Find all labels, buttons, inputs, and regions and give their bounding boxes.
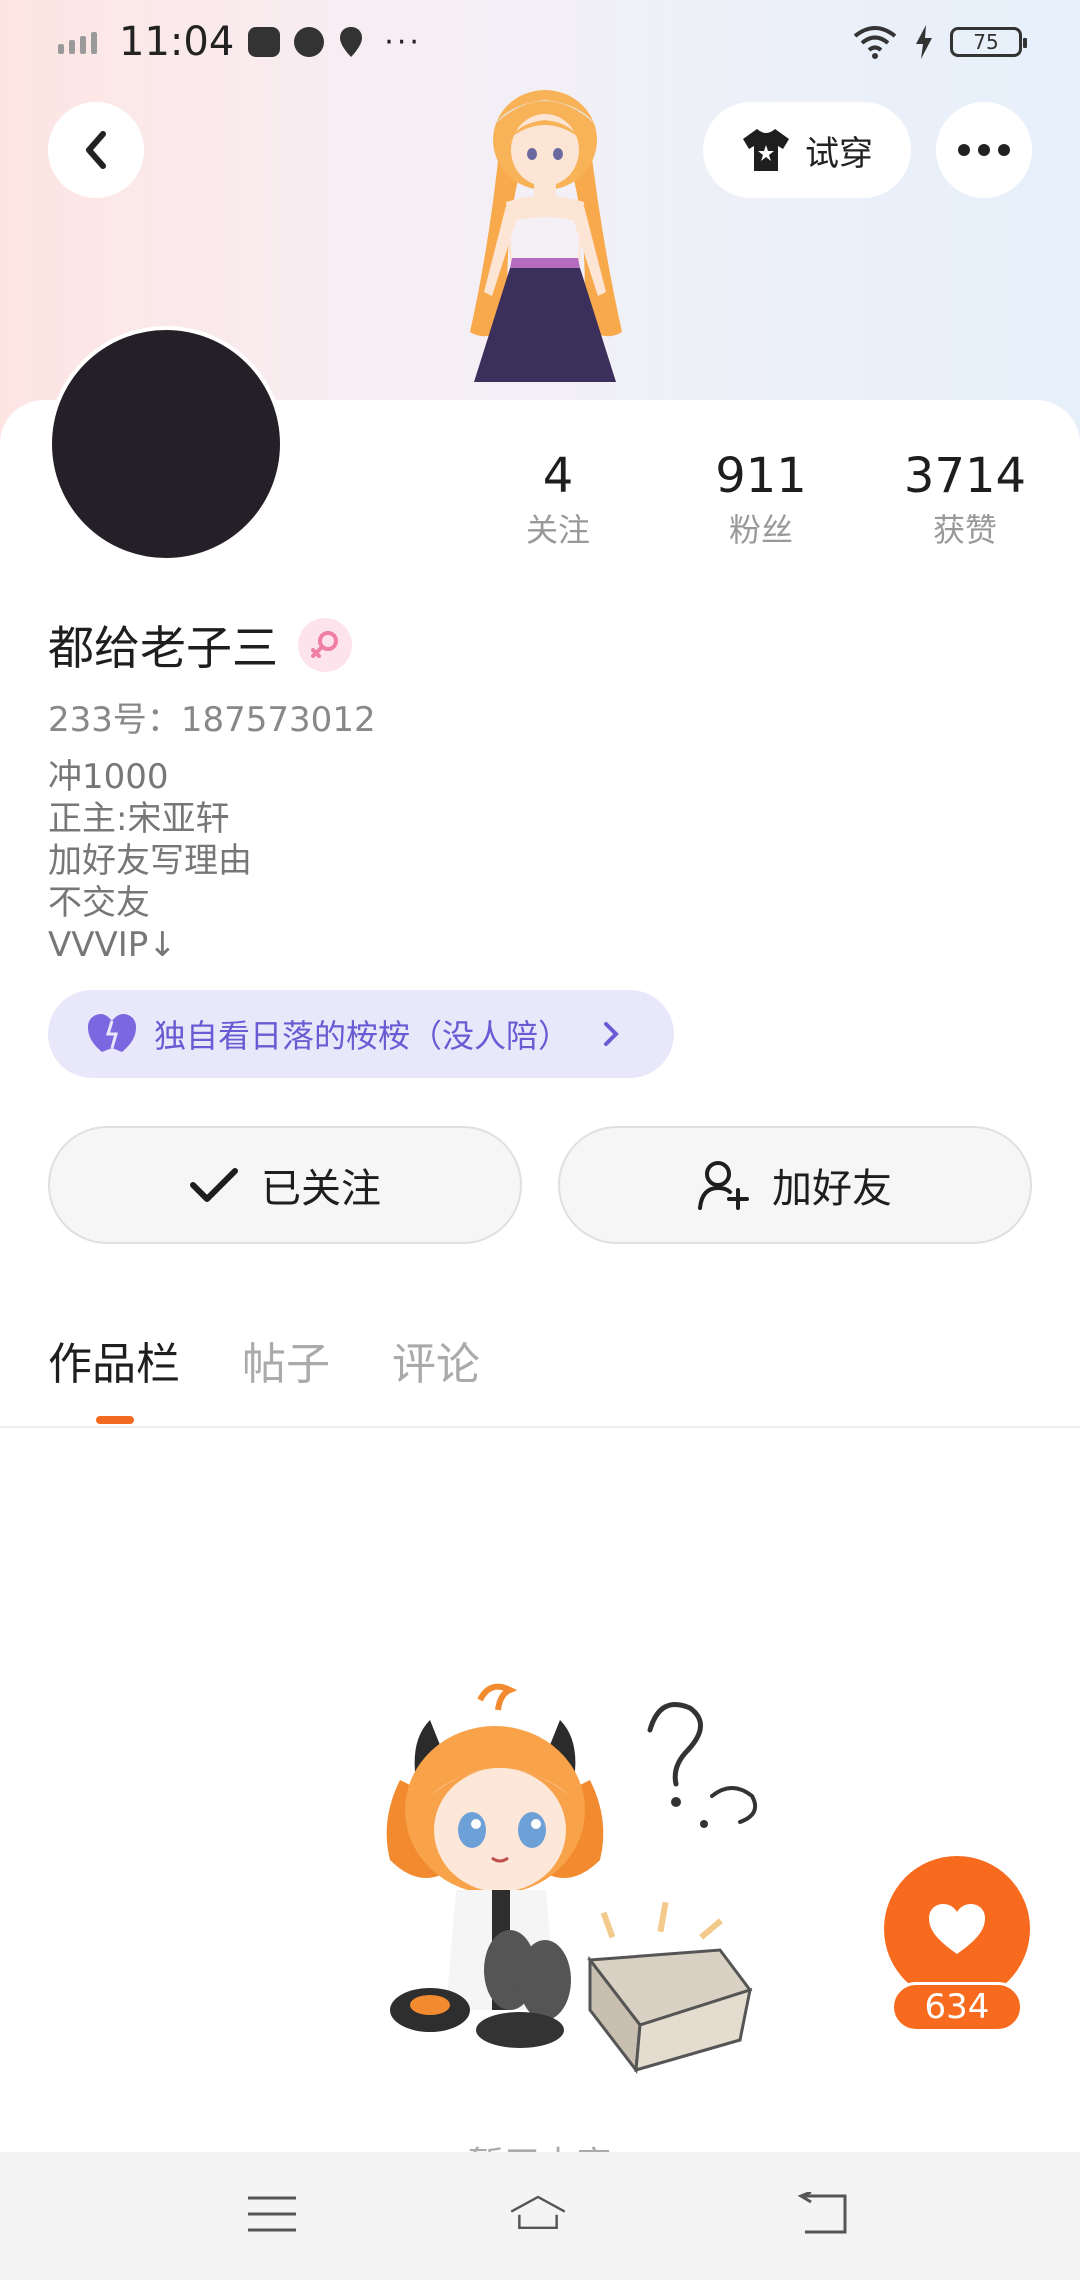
following-stat[interactable]: 4 关注 <box>473 446 643 552</box>
wifi-icon <box>853 26 897 59</box>
more-options-button[interactable] <box>936 102 1032 198</box>
battery-icon: 75 <box>950 27 1027 57</box>
user-id: 233号：187573012 <box>48 700 376 740</box>
username-row: 都给老子三 <box>48 612 352 678</box>
return-nav-button[interactable] <box>794 2184 854 2244</box>
followers-count: 911 <box>715 448 807 504</box>
tab-comments[interactable]: 评论 <box>392 1328 480 1392</box>
battery-level: 75 <box>973 30 999 54</box>
home-icon <box>510 2195 566 2229</box>
relationship-tag[interactable]: 独自看日落的桉桉（没人陪） <box>48 990 674 1078</box>
profile-avatar[interactable] <box>48 326 284 562</box>
followers-label: 粉丝 <box>728 511 793 549</box>
add-user-icon <box>698 1161 749 1210</box>
bio-line: 加好友写理由 <box>48 841 252 881</box>
add-friend-label: 加好友 <box>772 1166 892 1212</box>
media-icon <box>248 27 281 57</box>
like-button[interactable] <box>884 1856 1030 2002</box>
status-time: 11:04 <box>119 19 235 65</box>
return-icon <box>797 2192 847 2234</box>
tab-posts[interactable]: 帖子 <box>242 1328 330 1392</box>
following-count: 4 <box>542 448 574 504</box>
more-icon <box>958 144 1010 156</box>
add-friend-button[interactable]: 加好友 <box>558 1126 1032 1244</box>
couple-heart-icon <box>88 1014 136 1052</box>
bio-line: 不交友 <box>48 883 150 923</box>
following-button-label: 已关注 <box>261 1166 381 1212</box>
status-bar: 11:04 ··· 75 <box>0 0 1080 84</box>
female-icon <box>298 618 352 672</box>
menu-icon <box>248 2196 296 2232</box>
user-bio: 冲1000 正主:宋亚轩 加好友写理由 不交友 VVVIP↓ <box>48 756 252 966</box>
following-label: 关注 <box>525 511 590 549</box>
try-on-label: 试穿 <box>805 133 873 174</box>
empty-state-illustration <box>386 1683 757 2074</box>
active-tab-indicator <box>96 1416 134 1424</box>
system-nav-bar <box>0 2152 1080 2280</box>
home-nav-button[interactable] <box>508 2184 568 2244</box>
signal-icon <box>58 30 97 54</box>
relationship-tag-label: 独自看日落的桉桉（没人陪） <box>154 1017 571 1055</box>
tab-works[interactable]: 作品栏 <box>48 1328 180 1392</box>
likes-count: 3714 <box>903 448 1027 504</box>
charging-icon <box>916 25 932 59</box>
likes-label: 获赞 <box>932 511 997 549</box>
menu-nav-button[interactable] <box>242 2184 302 2244</box>
following-button[interactable]: 已关注 <box>48 1126 522 1244</box>
heart-icon <box>929 1904 985 1954</box>
username: 都给老子三 <box>48 621 278 675</box>
chevron-right-icon <box>604 1022 619 1046</box>
tab-divider <box>0 1426 1080 1428</box>
followers-stat[interactable]: 911 粉丝 <box>676 446 846 552</box>
back-button[interactable] <box>48 102 144 198</box>
check-icon <box>190 1168 238 1202</box>
compass-icon <box>294 27 325 57</box>
try-on-button[interactable]: 试穿 <box>703 102 911 198</box>
profile-page: 11:04 ··· 75 试穿 4 关注 911 粉丝 3714 获赞 都给老子… <box>0 0 1080 2280</box>
avatar-figure[interactable] <box>430 82 660 402</box>
bio-line: 正主:宋亚轩 <box>48 799 230 839</box>
back-icon <box>86 131 106 169</box>
likes-stat[interactable]: 3714 获赞 <box>880 446 1050 552</box>
status-more-icon: ··· <box>384 24 422 60</box>
like-count: 634 <box>891 1982 1023 2032</box>
bio-line: 冲1000 <box>48 757 169 797</box>
shirt-icon <box>743 129 789 171</box>
profile-tabs: 作品栏 帖子 评论 <box>48 1328 480 1392</box>
location-icon <box>340 27 363 57</box>
bio-line: VVVIP↓ <box>48 925 177 965</box>
